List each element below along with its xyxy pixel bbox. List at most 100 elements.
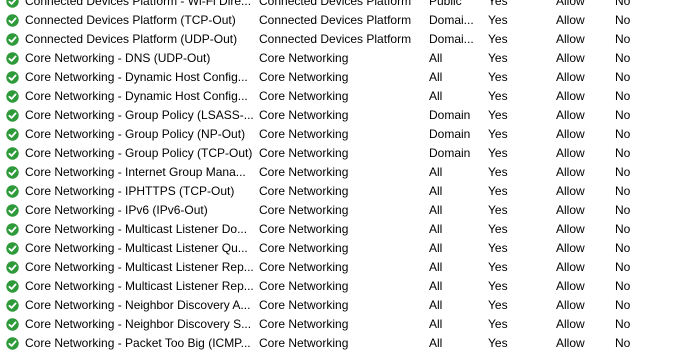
rule-enabled: Yes — [488, 127, 508, 141]
rule-name: Core Networking - Multicast Listener Rep… — [25, 260, 253, 274]
rule-row[interactable]: Core Networking - DNS (UDP-Out) Core Net… — [0, 49, 673, 68]
rule-override: No — [615, 165, 631, 179]
rule-enabled: Yes — [488, 279, 508, 293]
rule-enabled: Yes — [488, 165, 508, 179]
rule-override: No — [615, 32, 631, 46]
rule-row[interactable]: Core Networking - Dynamic Host Config...… — [0, 68, 673, 87]
rule-row[interactable]: Connected Devices Platform - Wi-Fi Dire.… — [0, 0, 673, 11]
rule-action: Allow — [556, 241, 585, 255]
rule-action: Allow — [556, 108, 585, 122]
rule-row[interactable]: Core Networking - Neighbor Discovery A..… — [0, 296, 673, 315]
outbound-rules-list[interactable]: Connected Devices Platform - Wi-Fi Dire.… — [0, 0, 673, 363]
rule-name: Connected Devices Platform (UDP-Out) — [25, 32, 238, 46]
rule-override: No — [615, 13, 631, 27]
rule-name: Core Networking - Packet Too Big (ICMP..… — [25, 336, 251, 350]
rule-action: Allow — [556, 127, 585, 141]
rule-group: Core Networking — [259, 203, 349, 217]
rule-enabled: Yes — [488, 203, 508, 217]
rule-name: Core Networking - DNS (UDP-Out) — [25, 51, 211, 65]
rule-row[interactable]: Core Networking - Multicast Listener Rep… — [0, 258, 673, 277]
rule-action: Allow — [556, 51, 585, 65]
rule-profile: All — [429, 298, 443, 312]
rule-action: Allow — [556, 336, 585, 350]
rule-row[interactable]: Core Networking - Packet Too Big (ICMP..… — [0, 334, 673, 353]
rule-action: Allow — [556, 222, 585, 236]
rule-enabled: Yes — [488, 0, 508, 8]
check-circle-icon — [6, 166, 19, 179]
rule-name: Core Networking - Group Policy (TCP-Out) — [25, 146, 253, 160]
rule-action: Allow — [556, 298, 585, 312]
rule-profile: All — [429, 70, 443, 84]
rule-enabled: Yes — [488, 222, 508, 236]
rule-group: Core Networking — [259, 241, 349, 255]
check-circle-icon — [6, 261, 19, 274]
rule-group: Core Networking — [259, 70, 349, 84]
rule-action: Allow — [556, 184, 585, 198]
rule-name: Core Networking - Group Policy (NP-Out) — [25, 127, 246, 141]
rule-override: No — [615, 222, 631, 236]
rule-enabled: Yes — [488, 184, 508, 198]
rule-group: Connected Devices Platform — [259, 32, 412, 46]
rule-group: Core Networking — [259, 89, 349, 103]
rule-enabled: Yes — [488, 89, 508, 103]
rule-override: No — [615, 203, 631, 217]
rule-override: No — [615, 336, 631, 350]
rule-profile: All — [429, 336, 443, 350]
rule-override: No — [615, 298, 631, 312]
rule-enabled: Yes — [488, 298, 508, 312]
rule-row[interactable]: Core Networking - Multicast Listener Do.… — [0, 220, 673, 239]
rule-group: Core Networking — [259, 108, 349, 122]
rule-row[interactable]: Core Networking - Group Policy (TCP-Out)… — [0, 144, 673, 163]
check-circle-icon — [6, 337, 19, 350]
rule-name: Core Networking - Internet Group Mana... — [25, 165, 246, 179]
rule-action: Allow — [556, 0, 585, 8]
rule-name: Core Networking - Dynamic Host Config... — [25, 89, 248, 103]
rule-profile: Domai... — [429, 13, 474, 27]
rule-row[interactable]: Core Networking - Internet Group Mana...… — [0, 163, 673, 182]
rule-group: Core Networking — [259, 146, 349, 160]
rule-action: Allow — [556, 32, 585, 46]
rule-action: Allow — [556, 260, 585, 274]
rule-group: Core Networking — [259, 317, 349, 331]
rule-override: No — [615, 51, 631, 65]
rule-row[interactable]: Core Networking - Dynamic Host Config...… — [0, 87, 673, 106]
rule-name: Core Networking - Multicast Listener Rep… — [25, 279, 253, 293]
rule-group: Core Networking — [259, 222, 349, 236]
rule-group: Core Networking — [259, 184, 349, 198]
rule-action: Allow — [556, 13, 585, 27]
rule-row[interactable]: Core Networking - Group Policy (NP-Out) … — [0, 125, 673, 144]
rule-group: Core Networking — [259, 298, 349, 312]
rule-row[interactable]: Core Networking - Neighbor Discovery S..… — [0, 315, 673, 334]
rule-group: Connected Devices Platform — [259, 13, 412, 27]
rule-row[interactable]: Core Networking - IPHTTPS (TCP-Out) Core… — [0, 182, 673, 201]
rule-action: Allow — [556, 317, 585, 331]
check-circle-icon — [6, 223, 19, 236]
rule-name: Connected Devices Platform - Wi-Fi Dire.… — [25, 0, 252, 8]
rule-row[interactable]: Core Networking - Group Policy (LSASS-..… — [0, 106, 673, 125]
rule-action: Allow — [556, 70, 585, 84]
check-circle-icon — [6, 71, 19, 84]
rule-row[interactable]: Connected Devices Platform (UDP-Out) Con… — [0, 30, 673, 49]
rule-enabled: Yes — [488, 260, 508, 274]
rule-name: Core Networking - Group Policy (LSASS-..… — [25, 108, 253, 122]
rule-row[interactable]: Core Networking - Multicast Listener Rep… — [0, 277, 673, 296]
rule-row[interactable]: Core Networking - IPv6 (IPv6-Out) Core N… — [0, 201, 673, 220]
rule-row[interactable]: Core Networking - Multicast Listener Qu.… — [0, 239, 673, 258]
rule-action: Allow — [556, 146, 585, 160]
rule-override: No — [615, 0, 631, 8]
check-circle-icon — [6, 90, 19, 103]
rule-profile: Domain — [429, 127, 471, 141]
check-circle-icon — [6, 299, 19, 312]
rule-enabled: Yes — [488, 317, 508, 331]
check-circle-icon — [6, 0, 19, 8]
rule-override: No — [615, 279, 631, 293]
rule-enabled: Yes — [488, 32, 508, 46]
rule-row[interactable]: Connected Devices Platform (TCP-Out) Con… — [0, 11, 673, 30]
rule-override: No — [615, 70, 631, 84]
check-circle-icon — [6, 185, 19, 198]
rule-name: Core Networking - Neighbor Discovery S..… — [25, 317, 252, 331]
rule-enabled: Yes — [488, 146, 508, 160]
check-circle-icon — [6, 33, 19, 46]
rule-override: No — [615, 146, 631, 160]
rule-name: Core Networking - IPv6 (IPv6-Out) — [25, 203, 208, 217]
